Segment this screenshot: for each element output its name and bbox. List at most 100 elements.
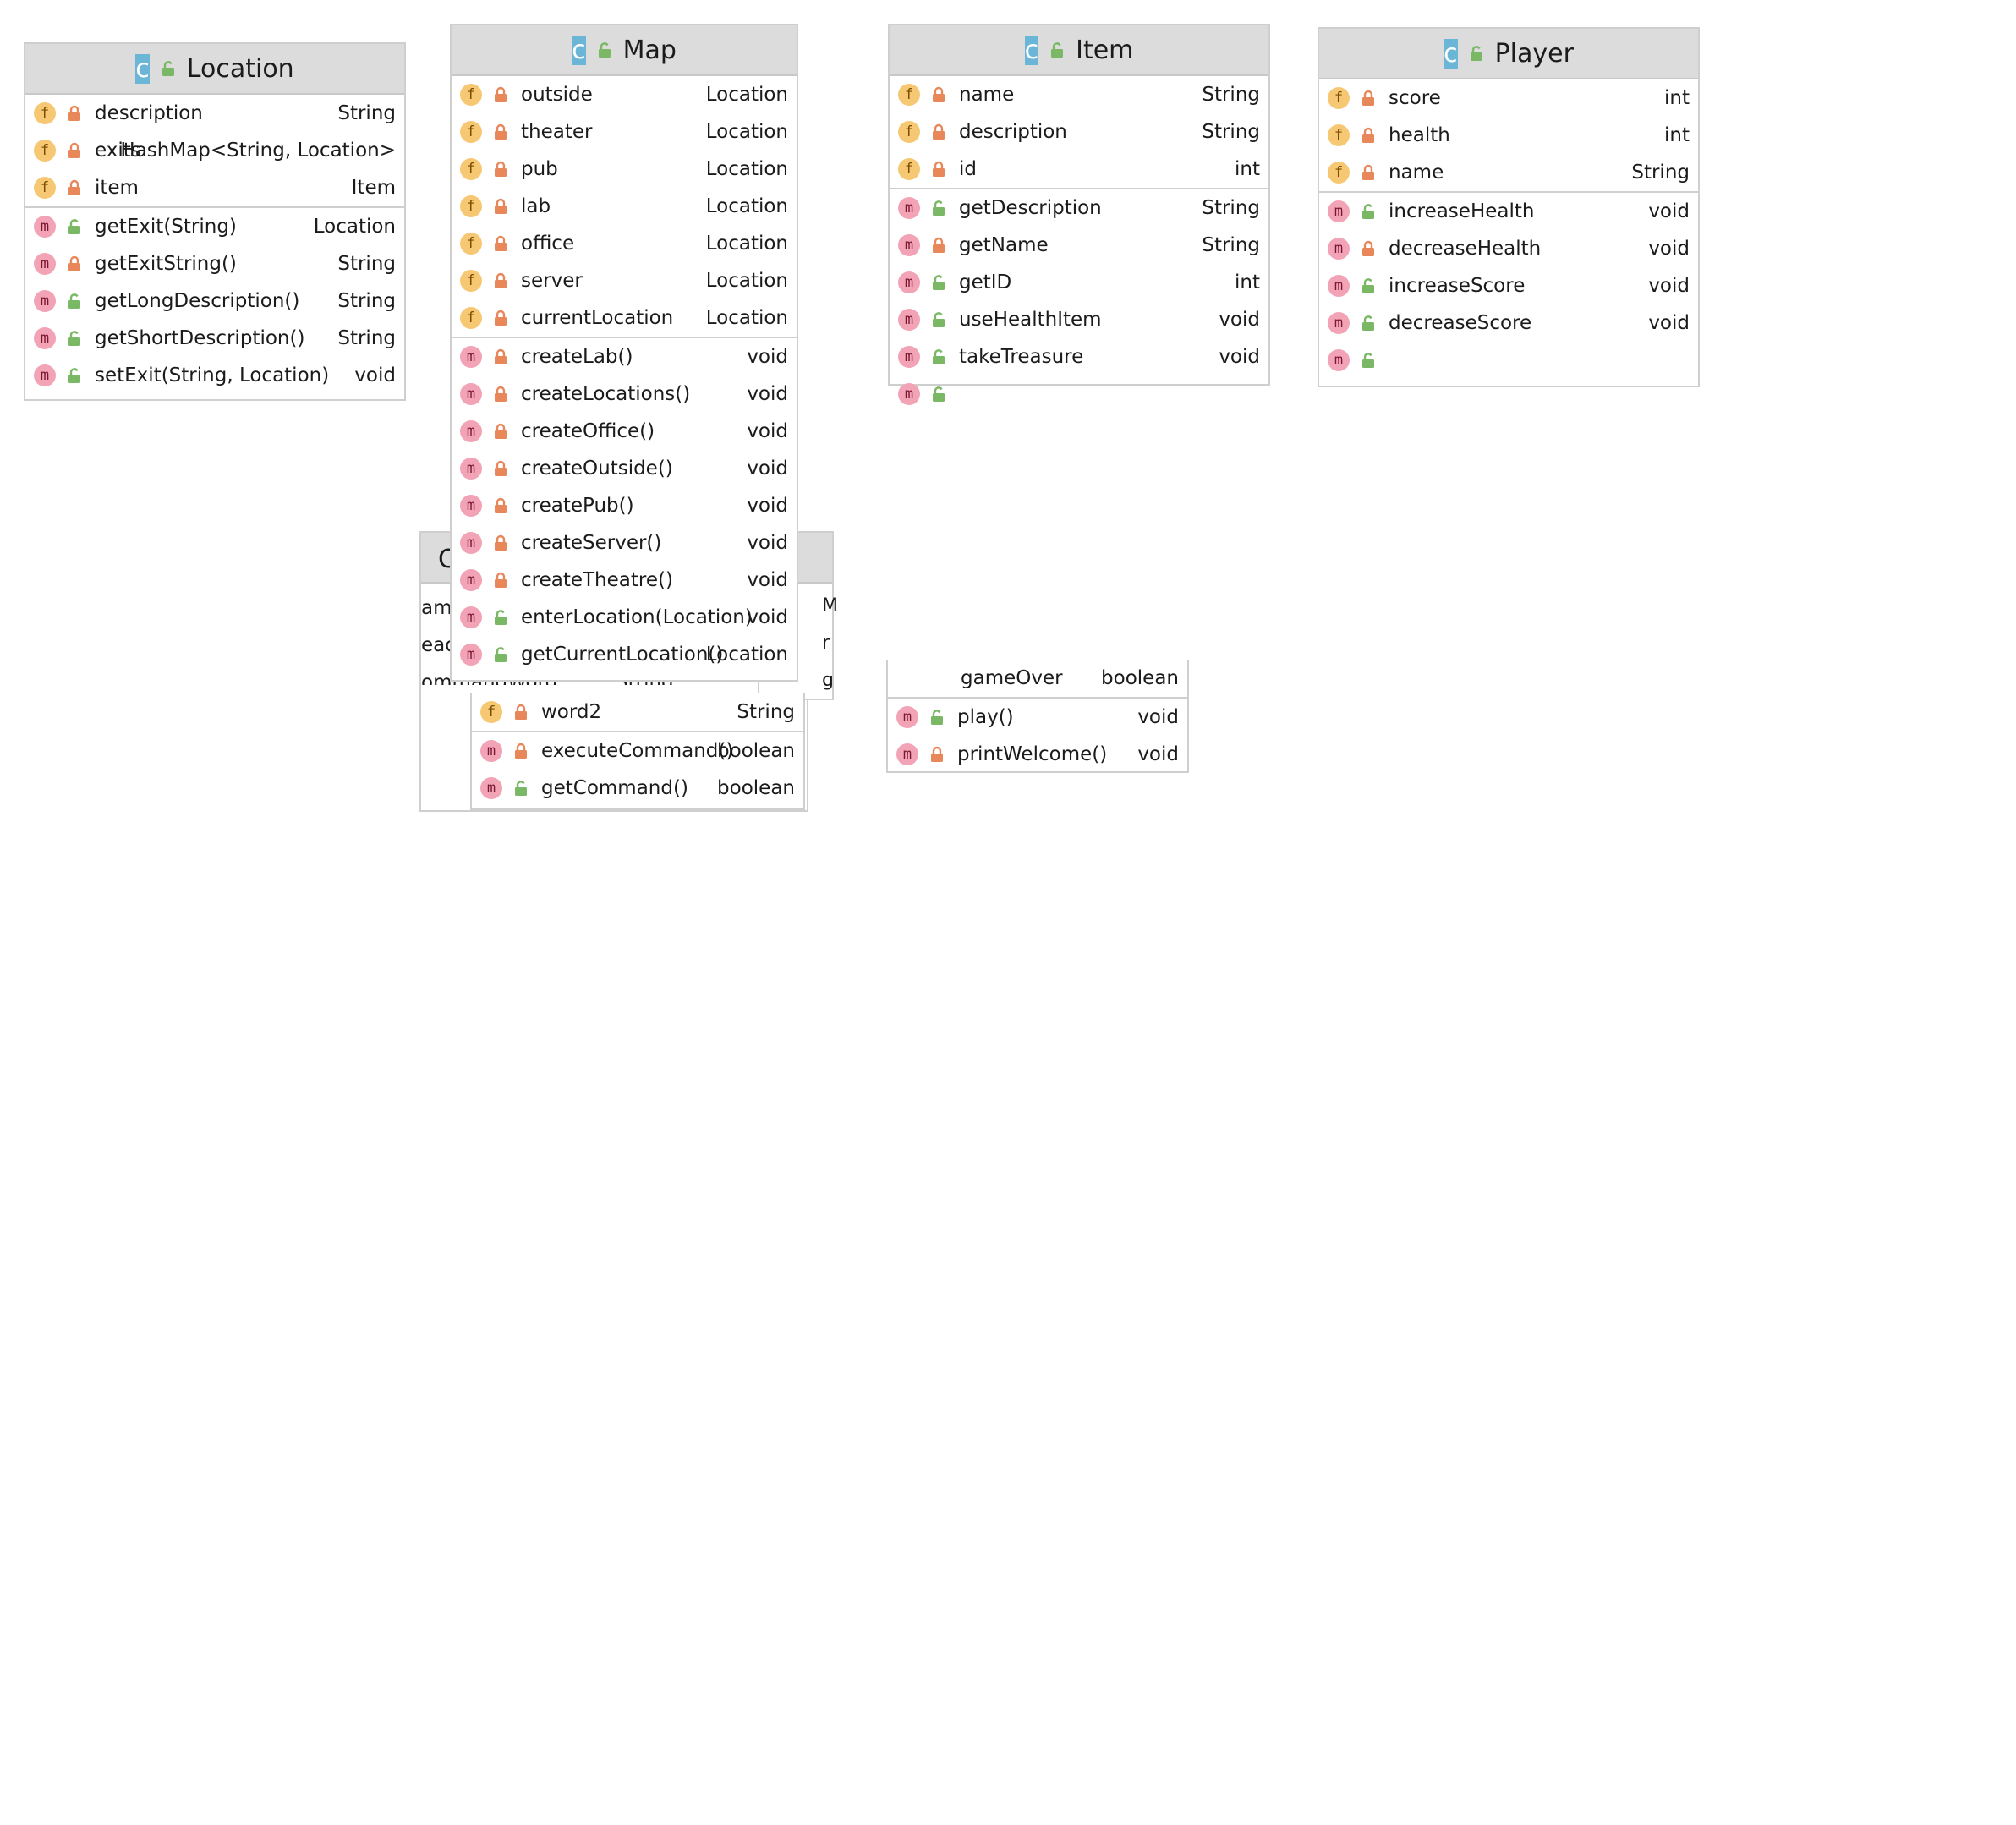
method-row[interactable]: m increaseScore void [1319,267,1698,304]
method-row[interactable]: m createLab() void [452,338,797,375]
method-name: increaseScore [1389,275,1526,297]
method-row[interactable]: m decreaseHealth void [1319,230,1698,267]
method-icon: m [898,271,920,293]
private-lock-icon [492,572,509,589]
method-name: getName [959,234,1049,256]
method-row[interactable]: m getExit(String) Location [25,208,404,245]
public-unlock-icon [1360,203,1377,220]
field-row[interactable]: f health int [1319,117,1698,154]
field-row[interactable]: f pub Location [452,151,797,188]
method-name: takeTreasure [959,346,1084,368]
method-icon: m [460,569,482,591]
method-row[interactable]: m getCurrentLocation() Location [452,636,797,673]
field-row[interactable]: f description String [890,113,1268,151]
method-type: String [1202,197,1260,219]
field-row[interactable]: f word2 String [472,693,803,731]
method-icon: m [34,364,56,386]
field-row[interactable]: f theater Location [452,113,797,151]
private-lock-icon [492,534,509,551]
method-name: getID [959,271,1012,293]
field-row[interactable]: f lab Location [452,188,797,225]
field-row[interactable]: f currentLocation Location [452,299,797,337]
method-icon: m [898,234,920,256]
public-unlock-icon [596,41,613,58]
private-lock-icon [492,386,509,403]
field-type: String [1202,84,1260,106]
method-row[interactable]: m createPub() void [452,487,797,524]
private-lock-icon [66,105,83,122]
field-name: item [95,177,139,199]
class-box-command-lower[interactable]: f word2 String m executeCommand() boolea… [470,693,805,810]
public-unlock-icon [1360,352,1377,369]
method-row[interactable]: m decreaseScore void [1319,304,1698,342]
class-box-player[interactable]: c Player f score int f health int f name String … [1318,27,1700,387]
field-name: id [959,158,977,180]
field-row[interactable]: f name String [890,76,1268,113]
method-row[interactable]: m printWelcome() void [888,736,1187,773]
method-row[interactable]: m getID int [890,264,1268,301]
class-box-game[interactable]: gameOver boolean m play() void m printWelcom… [886,660,1189,773]
field-row[interactable]: f outside Location [452,76,797,113]
field-row[interactable]: f office Location [452,225,797,262]
field-type: String [337,102,396,124]
field-row[interactable]: f exits HashMap<String, Location> [25,132,404,169]
method-row[interactable]: m getShortDescription() String [25,320,404,357]
field-row[interactable]: f name String [1319,154,1698,191]
class-header: c Map [452,25,797,76]
method-row[interactable]: m [1319,342,1698,379]
method-type: void [747,569,788,591]
private-lock-icon [66,179,83,196]
field-row[interactable]: f description String [25,95,404,132]
method-row[interactable]: m getName String [890,227,1268,264]
field-row[interactable]: f server Location [452,262,797,299]
method-row[interactable]: m createLocations() void [452,375,797,413]
field-icon: f [898,84,920,106]
method-icon: m [480,740,502,762]
method-type: void [1137,706,1179,728]
field-type: Location [705,195,788,217]
field-type: Location [705,270,788,292]
method-row[interactable]: m takeTreasure void [890,338,1268,375]
method-type: boolean [717,740,795,762]
method-icon: m [480,777,502,799]
private-lock-icon [930,123,947,140]
method-row[interactable]: m createOutside() void [452,450,797,487]
field-row[interactable]: f id int [890,151,1268,188]
class-box-item[interactable]: c Item f name String f description String f id i… [888,24,1270,405]
method-row[interactable]: m createServer() void [452,524,797,562]
method-row[interactable]: m executeCommand() boolean [472,732,803,770]
method-row[interactable]: m createTheatre() void [452,562,797,599]
private-lock-icon [492,423,509,440]
method-icon: m [34,253,56,275]
method-type: void [747,495,788,517]
field-row[interactable]: gameOver boolean [888,660,1187,697]
method-row[interactable]: m setExit(String, Location) void [25,357,404,394]
field-type: Location [705,233,788,255]
public-unlock-icon [930,386,947,403]
method-type: void [1648,312,1690,334]
method-name: createServer() [521,532,662,554]
field-row[interactable]: f score int [1319,79,1698,117]
class-box-map[interactable]: c Map f outside Location f theater Location f p… [450,24,798,682]
method-row[interactable]: m increaseHealth void [1319,193,1698,230]
method-row[interactable]: m getLongDescription() String [25,282,404,320]
field-icon: f [34,177,56,199]
method-row[interactable]: m [890,375,1268,413]
field-type: Item [351,177,396,199]
public-unlock-icon [1049,41,1066,58]
method-row[interactable]: m useHealthItem void [890,301,1268,338]
field-icon: f [460,158,482,180]
field-row[interactable]: f item Item [25,169,404,206]
method-row[interactable]: m createOffice() void [452,413,797,450]
method-row[interactable]: m getCommand() boolean [472,770,803,807]
method-row[interactable]: m getExitString() String [25,245,404,282]
field-name: description [959,121,1067,143]
field-type: boolean [1101,667,1179,689]
method-row[interactable]: m getDescription String [890,189,1268,227]
class-box-location[interactable]: c Location f description String f exits HashM… [24,42,406,401]
field-icon: f [460,233,482,255]
field-name: currentLocation [521,307,674,329]
method-row[interactable]: m enterLocation(Location) void [452,599,797,636]
method-row[interactable]: m play() void [888,699,1187,736]
private-lock-icon [512,704,529,721]
